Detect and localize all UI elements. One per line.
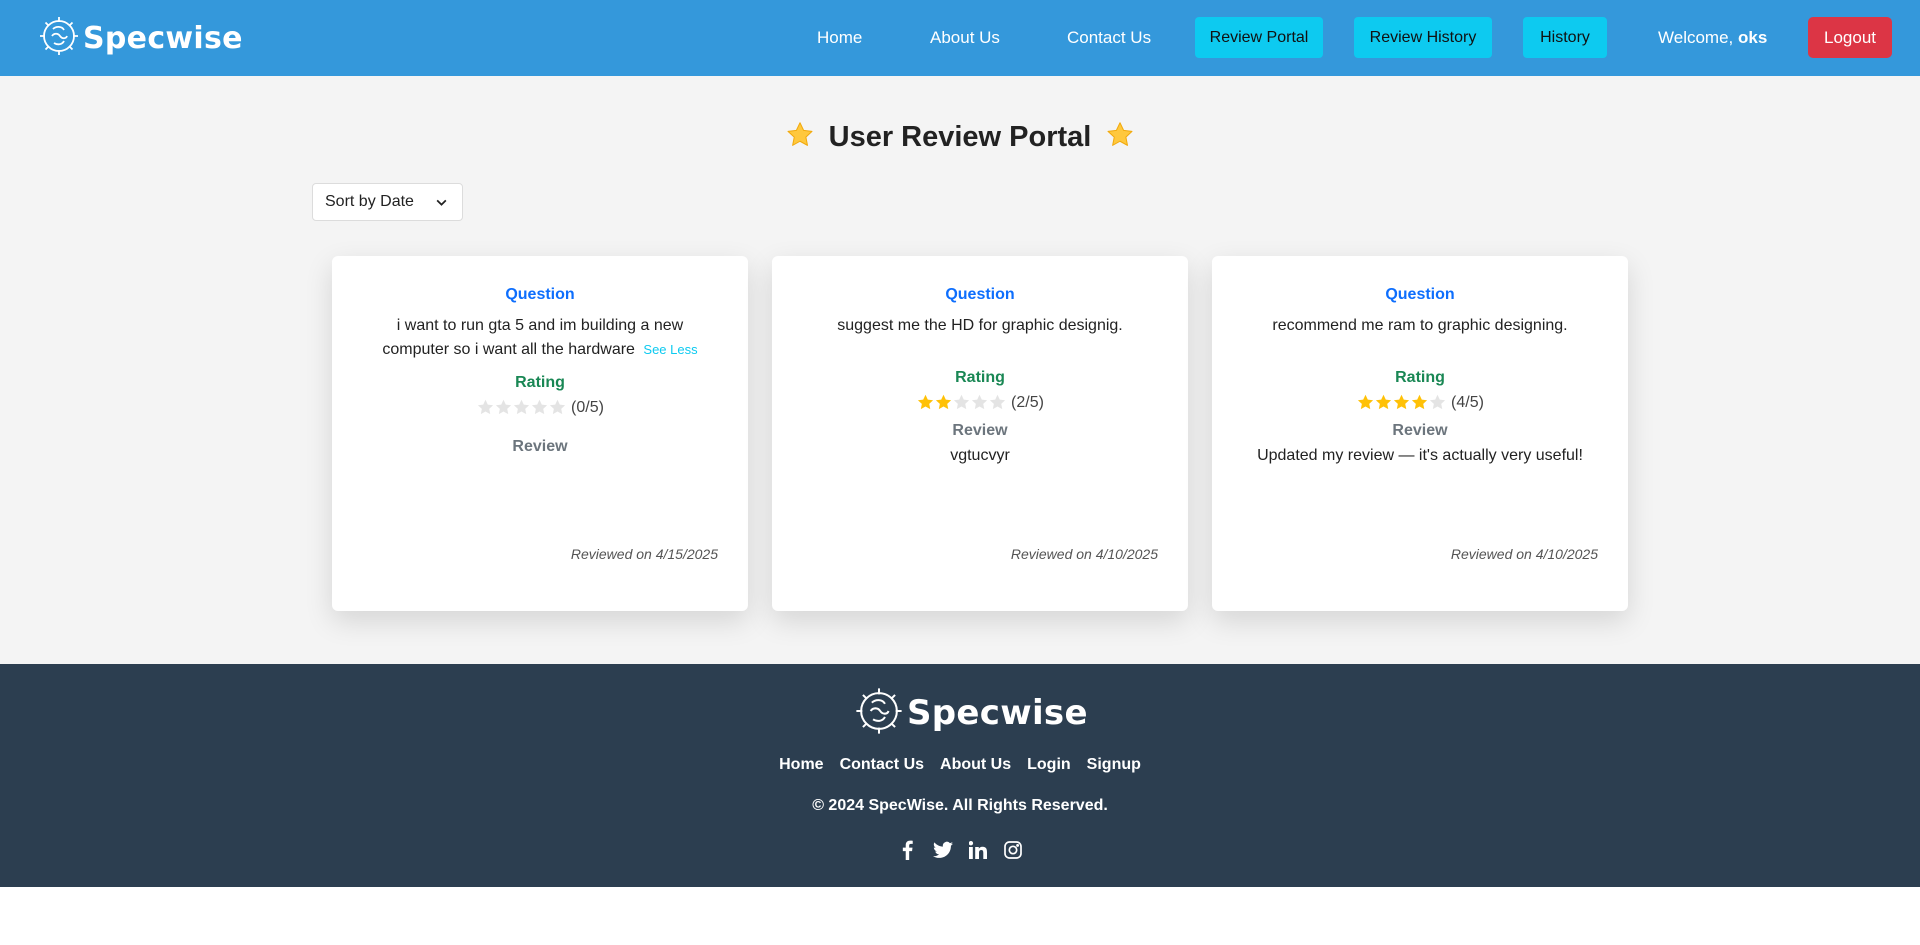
footer-link-contact-us[interactable]: Contact Us <box>840 756 924 774</box>
footer-link-about-us[interactable]: About Us <box>940 756 1011 774</box>
review-text: Updated my review — it's actually very u… <box>1257 447 1583 464</box>
footer-link-signup[interactable]: Signup <box>1087 756 1141 774</box>
star-filled-icon <box>1411 394 1427 410</box>
nav-contact-us[interactable]: Contact Us <box>1067 26 1151 50</box>
review-label: Review <box>952 422 1008 439</box>
welcome-text: Welcome, oks <box>1658 26 1767 50</box>
star-icon <box>1105 120 1135 155</box>
question-body: i want to run gta 5 and im building a ne… <box>382 317 684 358</box>
review-card: Question i want to run gta 5 and im buil… <box>332 256 748 611</box>
page-title: User Review Portal <box>0 120 1920 155</box>
brand-logo[interactable]: Specwise <box>38 16 243 60</box>
review-date: Reviewed on 4/15/2025 <box>570 546 718 562</box>
chevron-down-icon <box>435 196 448 214</box>
twitter-icon[interactable] <box>932 840 953 860</box>
rating-label: Rating <box>1395 369 1445 386</box>
social-links <box>0 840 1920 860</box>
star-empty-icon <box>513 399 529 415</box>
star-empty-icon <box>549 399 565 415</box>
star-empty-icon <box>953 394 969 410</box>
nav-about-us[interactable]: About Us <box>930 26 1000 50</box>
rating-score: (2/5) <box>1011 393 1044 411</box>
star-rating: (2/5) <box>772 393 1188 412</box>
copyright: © 2024 SpecWise. All Rights Reserved. <box>812 797 1108 814</box>
question-label: Question <box>505 286 575 303</box>
review-card: Question recommend me ram to graphic des… <box>1212 256 1628 611</box>
review-label: Review <box>512 438 568 455</box>
rating-label: Rating <box>515 374 565 391</box>
brand-name: Specwise <box>83 20 243 56</box>
username: oks <box>1738 28 1768 47</box>
logout-button[interactable]: Logout <box>1808 17 1892 58</box>
sort-selected: Sort by Date <box>325 193 414 210</box>
star-filled-icon <box>935 394 951 410</box>
question-label: Question <box>945 286 1015 303</box>
star-filled-icon <box>917 394 933 410</box>
see-less-link[interactable]: See Less <box>643 342 697 357</box>
footer-link-home[interactable]: Home <box>779 756 823 774</box>
sort-select[interactable]: Sort by Date <box>312 183 463 221</box>
rating-label: Rating <box>955 369 1005 386</box>
review-history-button[interactable]: Review History <box>1354 17 1492 58</box>
question-label: Question <box>1385 286 1455 303</box>
review-card: Question suggest me the HD for graphic d… <box>772 256 1188 611</box>
page-heading: User Review Portal <box>828 121 1092 153</box>
footer-links: Home Contact Us About Us Login Signup <box>0 756 1920 774</box>
star-icon <box>785 120 815 155</box>
star-empty-icon <box>477 399 493 415</box>
star-filled-icon <box>1393 394 1409 410</box>
review-date: Reviewed on 4/10/2025 <box>1450 546 1598 562</box>
question-text: suggest me the HD for graphic designig. <box>812 314 1148 338</box>
star-empty-icon <box>971 394 987 410</box>
review-date: Reviewed on 4/10/2025 <box>1010 546 1158 562</box>
footer-brand-logo[interactable]: Specwise <box>854 686 1088 741</box>
footer: Specwise Home Contact Us About Us Login … <box>0 664 1920 887</box>
rating-score: (0/5) <box>571 398 604 416</box>
question-text: i want to run gta 5 and im building a ne… <box>372 314 708 362</box>
instagram-icon[interactable] <box>1003 840 1023 860</box>
star-empty-icon <box>495 399 511 415</box>
star-filled-icon <box>1357 394 1373 410</box>
nav-home[interactable]: Home <box>817 26 862 50</box>
star-filled-icon <box>1375 394 1391 410</box>
linkedin-icon[interactable] <box>968 840 988 860</box>
review-text: vgtucvyr <box>950 447 1010 464</box>
welcome-prefix: Welcome, <box>1658 28 1734 47</box>
star-empty-icon <box>531 399 547 415</box>
star-empty-icon <box>989 394 1005 410</box>
question-body: suggest me the HD for graphic designig. <box>837 317 1123 334</box>
navbar: Specwise Home About Us Contact Us Review… <box>0 0 1920 76</box>
star-rating: (0/5) <box>332 398 748 417</box>
star-empty-icon <box>1429 394 1445 410</box>
star-rating: (4/5) <box>1212 393 1628 412</box>
gear-brain-icon <box>854 686 904 741</box>
gear-brain-icon <box>38 15 80 62</box>
main-content: User Review Portal Sort by Date Question… <box>0 76 1920 664</box>
review-portal-button[interactable]: Review Portal <box>1195 17 1323 58</box>
review-label: Review <box>1392 422 1448 439</box>
footer-link-login[interactable]: Login <box>1027 756 1071 774</box>
rating-score: (4/5) <box>1451 393 1484 411</box>
history-button[interactable]: History <box>1523 17 1607 58</box>
facebook-icon[interactable] <box>898 840 918 860</box>
question-body: recommend me ram to graphic designing. <box>1272 317 1568 334</box>
question-text: recommend me ram to graphic designing. <box>1252 314 1588 338</box>
footer-brand-name: Specwise <box>907 693 1088 733</box>
